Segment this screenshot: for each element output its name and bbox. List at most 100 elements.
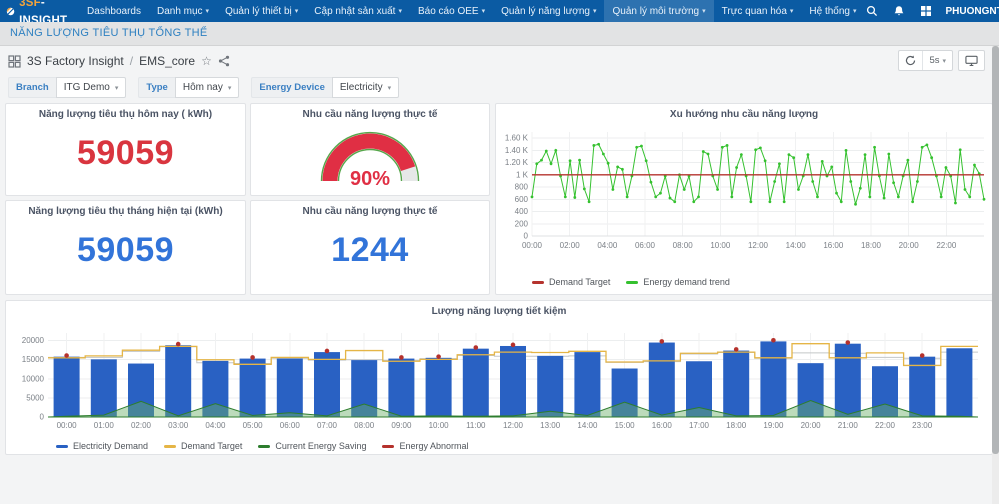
trend-point	[854, 203, 857, 206]
search-icon[interactable]	[865, 4, 879, 18]
legend-item-electricity-demand[interactable]: Electricity Demand	[56, 441, 148, 451]
nav-item-quan-ly-moi-truong[interactable]: Quản lý môi trường▾	[604, 0, 713, 22]
nav-item-danh-muc[interactable]: Danh mục▾	[149, 0, 217, 22]
nav-item-dashboards[interactable]: Dashboards	[79, 0, 149, 22]
scrollbar[interactable]	[992, 46, 999, 504]
x-tick-label: 00:00	[57, 421, 78, 430]
electricity-demand-bar	[946, 348, 972, 417]
y-tick-label: 1.40 K	[505, 146, 529, 155]
x-tick-label: 18:00	[861, 241, 882, 250]
y-tick-label: 5000	[26, 393, 44, 402]
dashboards-grid-icon[interactable]	[8, 55, 21, 68]
x-tick-label: 08:00	[354, 421, 375, 430]
breadcrumb-separator: /	[130, 54, 133, 68]
nav-item-quan-ly-nang-luong[interactable]: Quản lý năng lượng▾	[493, 0, 604, 22]
trend-point	[897, 195, 900, 198]
chevron-down-icon: ▾	[398, 7, 402, 15]
nav-item-he-thong[interactable]: Hệ thống▾	[801, 0, 864, 22]
apps-grid-icon[interactable]	[919, 4, 933, 18]
electricity-demand-bar	[723, 351, 749, 417]
trend-point	[583, 187, 586, 190]
energy-abnormal-point	[511, 343, 516, 348]
nav-item-label: Danh mục	[157, 6, 203, 17]
legend-item-demand-target[interactable]: Demand Target	[164, 441, 242, 451]
notifications-bell-icon[interactable]	[892, 4, 906, 18]
panel-title[interactable]: Năng lượng tiêu thụ tháng hiện tại (kWh)	[6, 201, 245, 221]
page-title: NĂNG LƯỢNG TIÊU THỤ TỔNG THỂ	[0, 22, 999, 46]
kiosk-mode-button[interactable]	[959, 51, 984, 70]
breadcrumb-dashboard[interactable]: EMS_core	[139, 54, 195, 68]
legend-dash-icon	[382, 445, 394, 448]
filter-value: Hôm nay	[183, 82, 223, 93]
trend-point	[535, 162, 538, 165]
trend-point	[597, 143, 600, 146]
filter-select-type[interactable]: Hôm nay▾	[175, 77, 240, 98]
demand-trend-chart[interactable]: 02004006008001 K1.20 K1.40 K1.60 K00:000…	[496, 124, 990, 270]
refresh-button[interactable]	[899, 51, 922, 70]
trend-point	[830, 165, 833, 168]
legend-dash-icon	[56, 445, 68, 448]
x-tick-label: 21:00	[838, 421, 859, 430]
filter-select-energy-device[interactable]: Electricity▾	[332, 77, 399, 98]
trend-point	[740, 153, 743, 156]
panel-title[interactable]: Năng lượng tiêu thụ hôm nay ( kWh)	[6, 104, 245, 124]
filter-select-branch[interactable]: ITG Demo▾	[56, 77, 127, 98]
panel-title[interactable]: Lượng năng lượng tiết kiệm	[6, 301, 992, 321]
x-tick-label: 12:00	[503, 421, 524, 430]
trend-point	[607, 162, 610, 165]
panel-title[interactable]: Nhu cầu năng lượng thực tế	[251, 201, 489, 221]
trend-point	[626, 195, 629, 198]
legend-label: Demand Target	[549, 277, 610, 287]
y-tick-label: 1.60 K	[505, 134, 529, 143]
legend-dash-icon	[258, 445, 270, 448]
panel-title[interactable]: Nhu cầu năng lượng thực tế	[251, 104, 489, 124]
filter-label-type: Type	[138, 77, 174, 98]
nav-item-truc-quan-hoa[interactable]: Trực quan hóa▾	[714, 0, 802, 22]
user-menu[interactable]: PHUONGNT ▾	[946, 6, 999, 17]
electricity-demand-bar	[649, 343, 675, 417]
panel-energy-saving-chart: Lượng năng lượng tiết kiệm 0500010000150…	[5, 300, 993, 455]
nav-item-bao-cao-oee[interactable]: Báo cáo OEE▾	[410, 0, 493, 22]
trend-point	[716, 188, 719, 191]
breadcrumb-app[interactable]: 3S Factory Insight	[27, 54, 124, 68]
trend-point	[868, 195, 871, 198]
trend-point	[968, 195, 971, 198]
electricity-demand-bar	[91, 359, 117, 417]
energy-abnormal-point	[436, 354, 441, 359]
nav-item-cap-nhat-san-xuat[interactable]: Cập nhật sản xuất▾	[306, 0, 410, 22]
x-tick-label: 22:00	[875, 421, 896, 430]
energy-abnormal-point	[920, 353, 925, 358]
nav-item-label: Hệ thống	[809, 6, 850, 17]
x-tick-label: 11:00	[466, 421, 486, 430]
trend-point	[926, 143, 929, 146]
panel-demand-trend-chart: Xu hướng nhu cầu năng lượng 020040060080…	[495, 103, 993, 295]
legend-item-energy-abnormal[interactable]: Energy Abnormal	[382, 441, 468, 451]
trend-point	[883, 197, 886, 200]
legend-label: Energy demand trend	[643, 277, 730, 287]
trend-point	[640, 145, 643, 148]
trend-point	[764, 159, 767, 162]
x-tick-label: 07:00	[317, 421, 338, 430]
nav-item-quan-ly-thiet-bi[interactable]: Quản lý thiết bị▾	[217, 0, 306, 22]
energy-saving-chart[interactable]: 0500010000150002000000:0001:0002:0003:00…	[6, 321, 990, 435]
trend-point	[602, 153, 605, 156]
panel-energy-month: Năng lượng tiêu thụ tháng hiện tại (kWh)…	[5, 200, 246, 295]
x-tick-label: 06:00	[280, 421, 301, 430]
energy-abnormal-point	[771, 338, 776, 343]
share-icon[interactable]	[218, 55, 230, 67]
legend-item-current-energy-saving[interactable]: Current Energy Saving	[258, 441, 366, 451]
panel-demand-gauge: Nhu cầu năng lượng thực tế 90%	[250, 103, 490, 196]
favorite-star-icon[interactable]: ☆	[201, 55, 212, 67]
chevron-down-icon: ▾	[115, 84, 119, 92]
panel-title[interactable]: Xu hướng nhu cầu năng lượng	[496, 104, 992, 124]
legend-item-demand-target[interactable]: Demand Target	[532, 277, 610, 287]
legend-item-energy-demand-trend[interactable]: Energy demand trend	[626, 277, 730, 287]
refresh-interval-select[interactable]: 5s ▾	[922, 51, 952, 70]
trend-point	[792, 156, 795, 159]
scrollbar-thumb[interactable]	[992, 46, 999, 454]
legend-dash-icon	[532, 281, 544, 284]
y-tick-label: 20000	[22, 336, 45, 345]
nav-item-label: Báo cáo OEE	[418, 6, 479, 17]
trend-point	[726, 144, 729, 147]
monitor-icon	[965, 55, 978, 67]
